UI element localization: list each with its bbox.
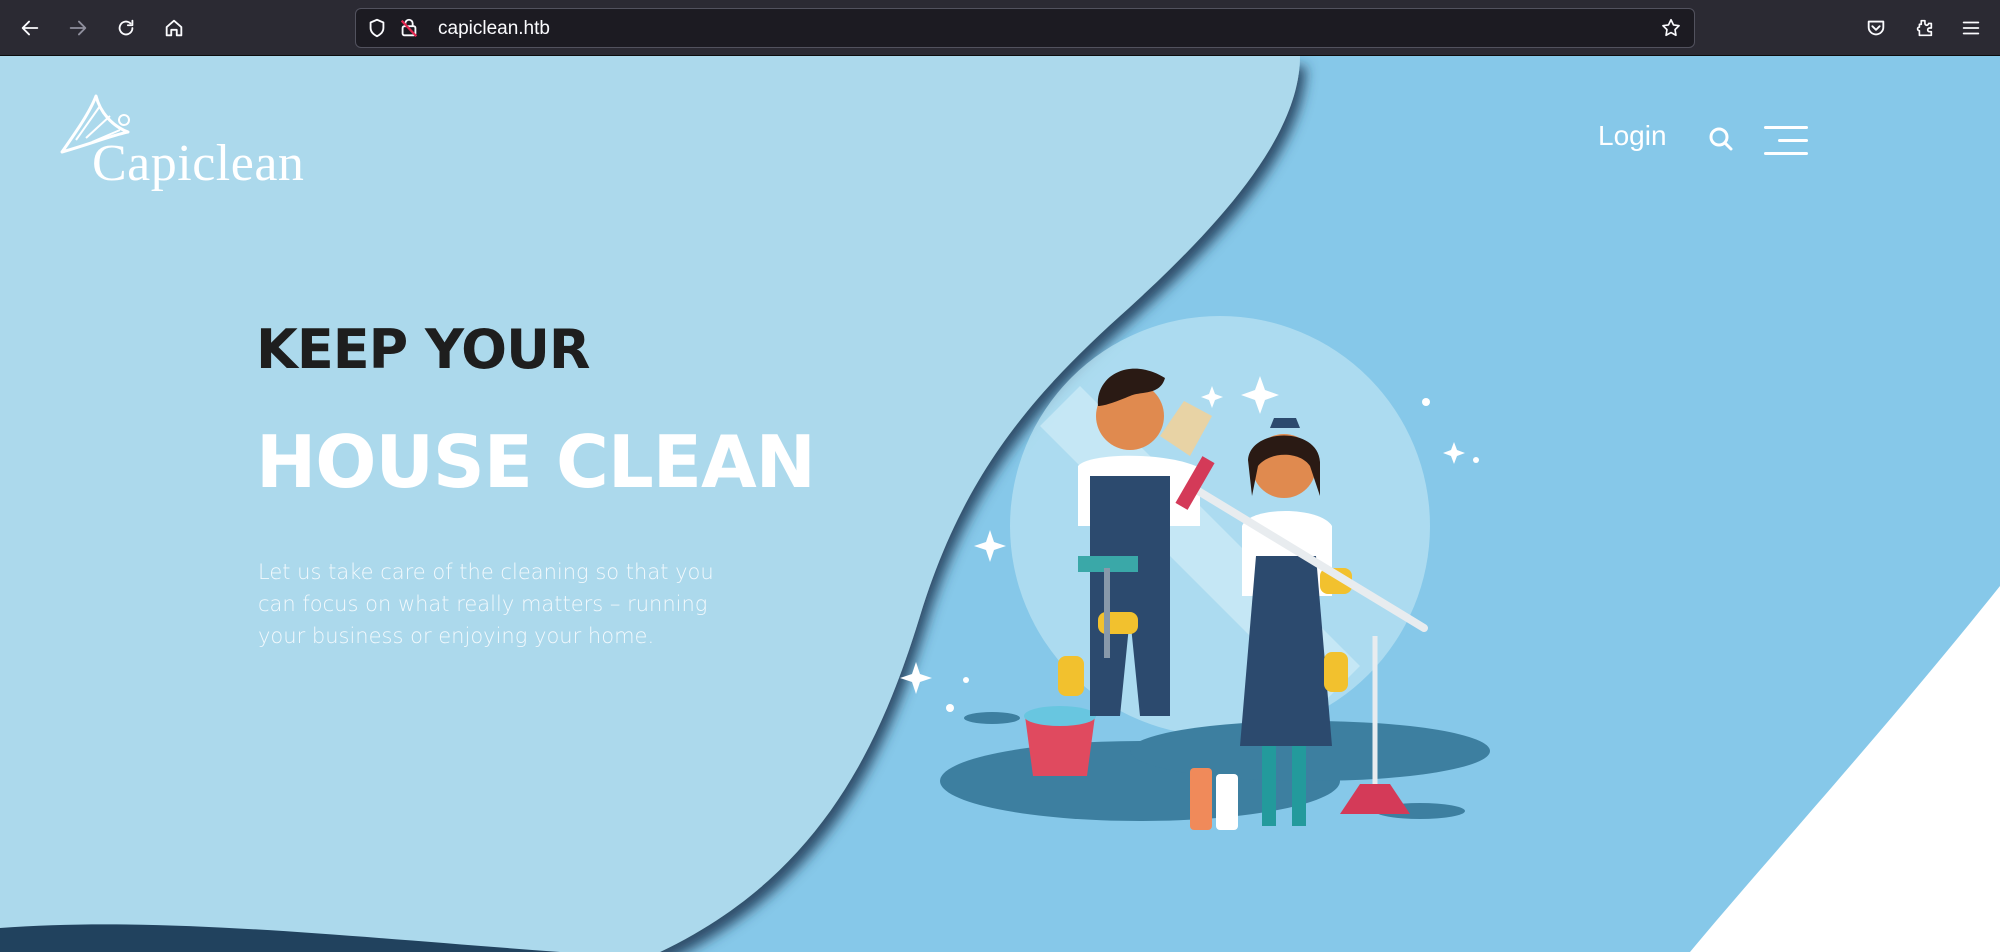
hero-description: Let us take care of the cleaning so that…: [258, 560, 714, 648]
shield-icon[interactable]: [366, 17, 388, 39]
back-button[interactable]: [14, 12, 46, 44]
login-link[interactable]: Login: [1598, 120, 1667, 152]
site-logo[interactable]: Capiclean: [92, 134, 304, 193]
hero-heading-line1: KEEP YOUR: [256, 318, 591, 381]
forward-arrow-icon: [69, 20, 87, 36]
app-menu-icon: [1962, 21, 1980, 35]
search-icon[interactable]: [1708, 126, 1734, 152]
browser-toolbar: capiclean.htb: [0, 0, 2000, 56]
hero-heading-line2: HOUSE CLEAN: [256, 420, 816, 504]
insecure-lock-icon[interactable]: [398, 17, 420, 39]
reload-icon: [118, 19, 134, 36]
web-page: Capiclean Login KEEP YOUR HOUSE CLEAN Le…: [0, 56, 2000, 952]
pocket-button[interactable]: [1860, 12, 1892, 44]
url-text[interactable]: capiclean.htb: [438, 18, 550, 40]
home-button[interactable]: [158, 12, 190, 44]
url-bar[interactable]: capiclean.htb: [355, 8, 1695, 48]
forward-button[interactable]: [62, 12, 94, 44]
back-arrow-icon: [21, 20, 39, 36]
app-menu-button[interactable]: [1955, 12, 1987, 44]
bookmark-star-icon[interactable]: [1660, 17, 1682, 39]
extensions-icon: [1916, 19, 1933, 37]
hamburger-menu-icon[interactable]: [1764, 126, 1808, 165]
extensions-button[interactable]: [1908, 12, 1940, 44]
pocket-icon: [1867, 20, 1885, 36]
reload-button[interactable]: [110, 12, 142, 44]
home-icon: [165, 19, 183, 37]
